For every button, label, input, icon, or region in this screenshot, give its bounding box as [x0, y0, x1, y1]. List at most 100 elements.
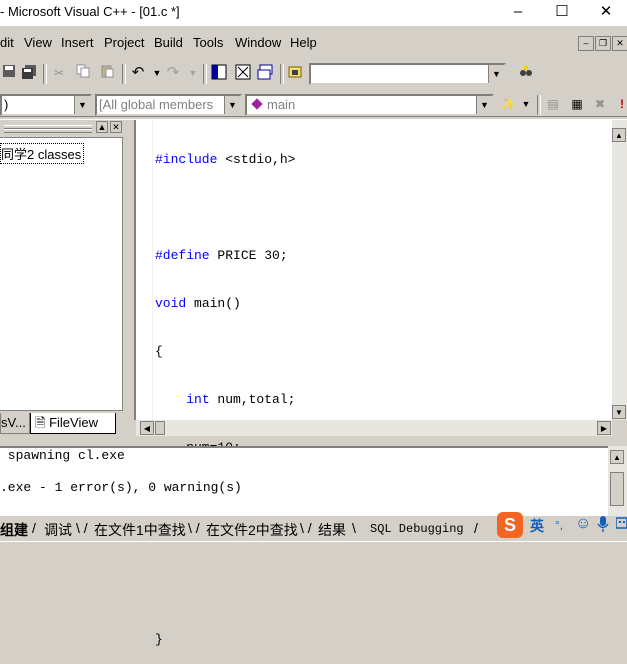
- output-line-1: spawning cl.exe: [0, 448, 125, 463]
- menu-project[interactable]: Project: [104, 35, 144, 50]
- tab-separator: \ /: [76, 520, 88, 536]
- punctuation-icon[interactable]: °,: [555, 518, 563, 532]
- workspace-close-button[interactable]: ✕: [110, 121, 122, 133]
- build-icon[interactable]: ▦: [568, 95, 586, 113]
- wizard-action-dropdown-icon[interactable]: ▼: [517, 95, 535, 113]
- grip: [4, 129, 92, 133]
- close-button[interactable]: ✕: [584, 0, 627, 26]
- mdi-close-button[interactable]: ✕: [612, 36, 627, 51]
- toolbar-separator: [203, 64, 207, 84]
- selection-margin: [152, 120, 153, 420]
- workspace-maximize-button[interactable]: ▲: [96, 121, 108, 133]
- microphone-icon[interactable]: [597, 515, 609, 536]
- menu-tools[interactable]: Tools: [193, 35, 223, 50]
- tab-file-view[interactable]: 🗎 FileView: [30, 413, 116, 434]
- chevron-down-icon[interactable]: ▼: [476, 96, 492, 114]
- code-line-5: {: [155, 344, 163, 359]
- scroll-down-button[interactable]: ▼: [612, 405, 626, 419]
- code-line-1: #include <stdio,h>: [155, 152, 296, 167]
- menu-view[interactable]: View: [24, 35, 52, 50]
- window-title: - Microsoft Visual C++ - [01.c *]: [0, 4, 180, 19]
- mdi-restore-button[interactable]: ❐: [595, 36, 611, 51]
- maximize-button[interactable]: ☐: [540, 0, 584, 26]
- code-line-11: }: [155, 632, 163, 647]
- find-icon[interactable]: [517, 64, 535, 82]
- editor-horizontal-scrollbar[interactable]: [136, 420, 612, 436]
- save-all-icon[interactable]: [20, 64, 38, 82]
- redo-dropdown-icon[interactable]: ▼: [184, 64, 202, 82]
- tab-class-view[interactable]: sV...: [0, 413, 30, 434]
- output-window-icon[interactable]: [234, 64, 252, 82]
- scroll-thumb[interactable]: [155, 421, 165, 435]
- find-in-files-icon[interactable]: [287, 64, 305, 82]
- menu-build[interactable]: Build: [154, 35, 183, 50]
- chevron-down-icon[interactable]: ▼: [488, 65, 504, 83]
- menu-window[interactable]: Window: [235, 35, 281, 50]
- function-combo-value: main: [267, 97, 296, 112]
- chevron-down-icon[interactable]: ▼: [224, 96, 240, 114]
- tree-item-classes[interactable]: 同学2 classes: [0, 143, 85, 164]
- minimize-button[interactable]: –: [496, 0, 540, 26]
- code-line-6: int num,total;: [186, 392, 296, 407]
- file-icon: 🗎: [35, 415, 46, 430]
- sogou-ime-icon[interactable]: S: [497, 512, 523, 538]
- tab-separator: /: [32, 520, 36, 536]
- tab-file-view-label: FileView: [49, 415, 98, 430]
- method-icon: [251, 98, 263, 110]
- wizard-action-icon[interactable]: ✨: [499, 95, 517, 113]
- tab-results[interactable]: 结果: [318, 520, 346, 540]
- splitter[interactable]: [126, 120, 132, 440]
- editor-vertical-scrollbar[interactable]: [612, 120, 627, 420]
- scroll-thumb[interactable]: [610, 472, 624, 506]
- paste-icon[interactable]: [98, 64, 116, 82]
- toolbar-separator: [43, 64, 47, 84]
- tab-sql-debugging[interactable]: SQL Debugging: [370, 522, 464, 536]
- tab-separator: \: [352, 520, 356, 536]
- redo-icon[interactable]: ↷: [164, 64, 182, 82]
- tab-find-in-files-2[interactable]: 在文件2中查找: [206, 520, 298, 540]
- workspace-tree: [0, 137, 123, 411]
- menu-edit[interactable]: dit: [0, 35, 14, 50]
- function-combo[interactable]: main ▼: [245, 94, 494, 116]
- copy-icon[interactable]: [74, 64, 92, 82]
- menu-insert[interactable]: Insert: [61, 35, 94, 50]
- find-combo[interactable]: ▼: [309, 63, 506, 85]
- tab-separator: \ /: [300, 520, 312, 536]
- menu-help[interactable]: Help: [290, 35, 317, 50]
- scroll-right-button[interactable]: ▶: [597, 421, 611, 435]
- save-icon[interactable]: [0, 64, 18, 82]
- mdi-minimize-button[interactable]: –: [578, 36, 594, 51]
- keyboard-icon[interactable]: [615, 516, 627, 533]
- compile-icon[interactable]: ▤: [544, 95, 562, 113]
- class-combo[interactable]: ) ▼: [0, 94, 92, 116]
- emoji-icon[interactable]: ☺: [575, 515, 591, 533]
- ime-language-indicator[interactable]: 英: [530, 516, 544, 536]
- scroll-up-button[interactable]: ▲: [610, 450, 624, 464]
- code-line-3: #define PRICE 30;: [155, 248, 288, 263]
- chevron-down-icon[interactable]: ▼: [74, 96, 90, 114]
- undo-icon[interactable]: ↶: [129, 64, 147, 82]
- tab-debug[interactable]: 调试: [44, 520, 72, 540]
- scroll-up-button[interactable]: ▲: [612, 128, 626, 142]
- members-combo-value: [All global members: [99, 97, 214, 112]
- workspace-header[interactable]: ▲ ✕: [0, 120, 130, 136]
- status-bar: [0, 541, 627, 564]
- execute-icon[interactable]: !: [613, 95, 627, 113]
- tab-separator: \ /: [188, 520, 200, 536]
- code-text[interactable]: #include <stdio,h> #define PRICE 30; voi…: [155, 120, 397, 664]
- toolbar-separator: [280, 64, 284, 84]
- tab-build[interactable]: 组建: [0, 520, 28, 540]
- members-combo[interactable]: [All global members ▼: [95, 94, 242, 116]
- toolbar-separator: [122, 64, 126, 84]
- tab-find-in-files-1[interactable]: 在文件1中查找: [94, 520, 186, 540]
- scroll-left-button[interactable]: ◀: [140, 421, 154, 435]
- workspace-icon[interactable]: [210, 64, 228, 82]
- window-list-icon[interactable]: [256, 64, 274, 82]
- cut-icon[interactable]: ✂: [50, 64, 68, 82]
- stop-build-icon[interactable]: ✖: [591, 95, 609, 113]
- class-combo-value: ): [4, 97, 9, 112]
- code-line-4: void main(): [155, 296, 241, 311]
- toolbar-separator: [537, 95, 541, 115]
